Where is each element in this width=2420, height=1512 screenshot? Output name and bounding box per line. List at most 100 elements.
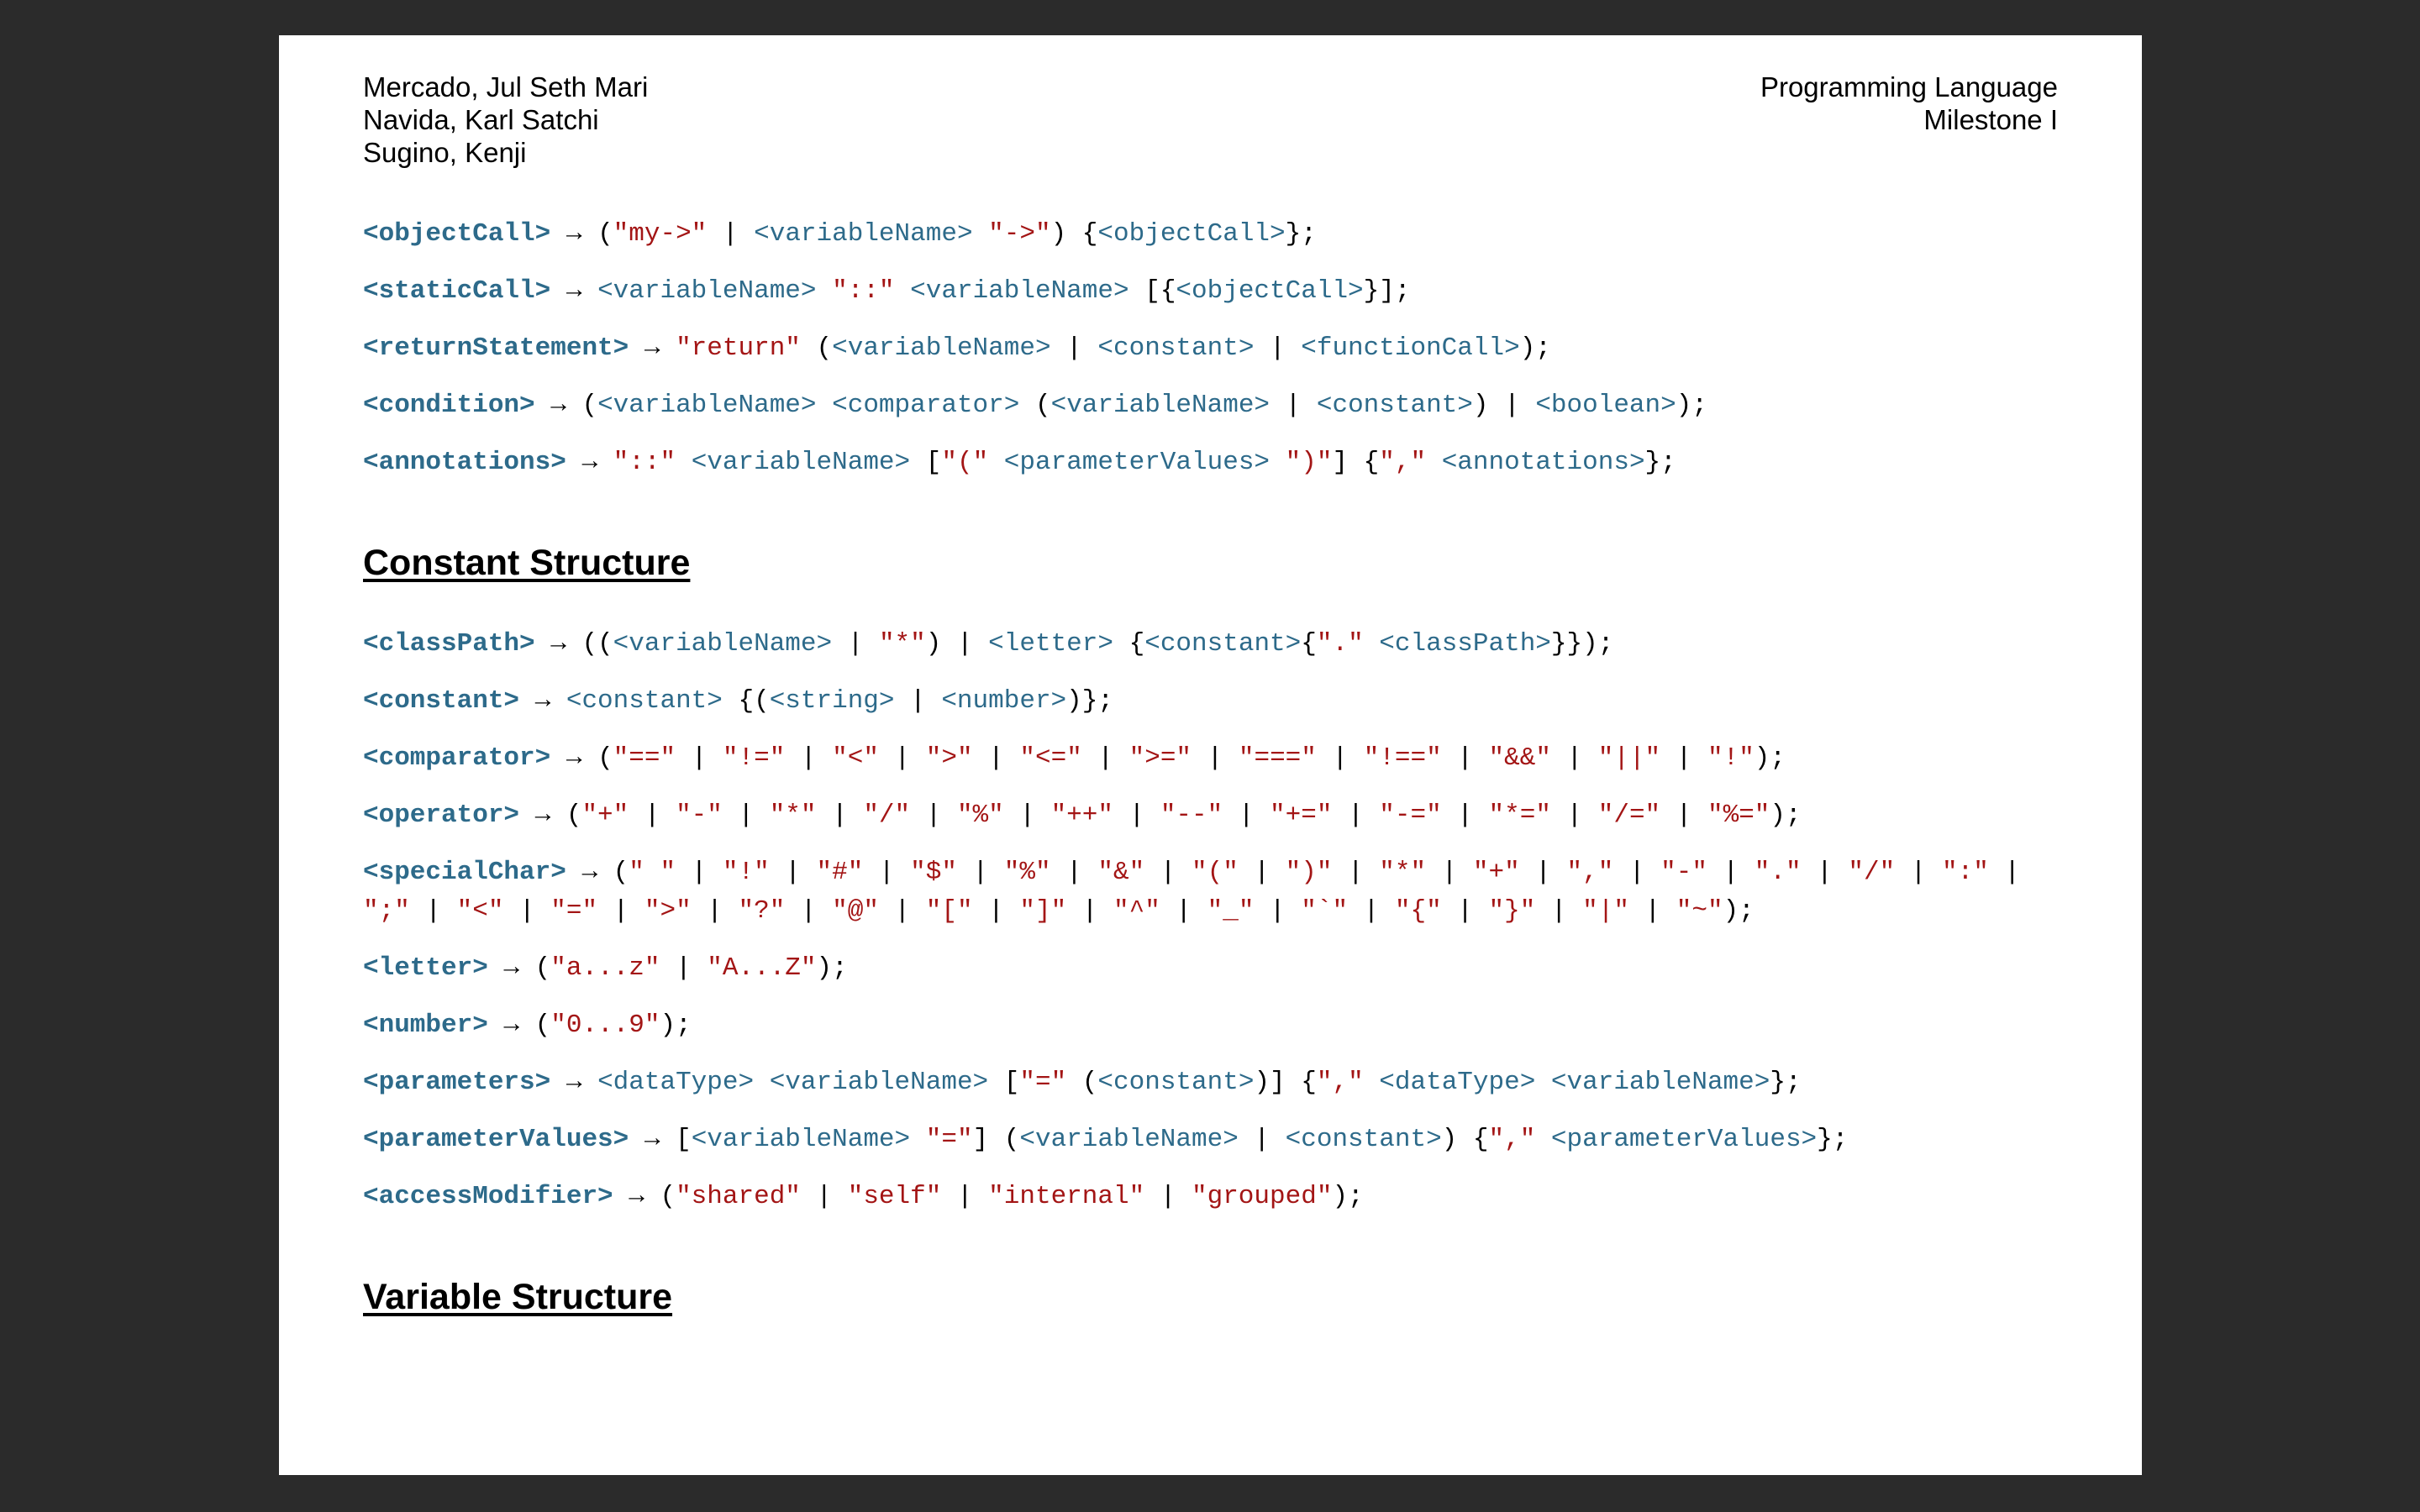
rule-punctuation: | bbox=[894, 686, 942, 716]
rule-punctuation: | bbox=[1441, 801, 1489, 830]
derives-arrow: → bbox=[550, 1068, 598, 1097]
rule-punctuation: | bbox=[1332, 858, 1380, 887]
terminal-string: "internal" bbox=[988, 1182, 1145, 1211]
nonterminal-ref: <variableName> bbox=[691, 1125, 911, 1154]
terminal-string: "_" bbox=[1207, 896, 1255, 926]
terminal-string: "&&" bbox=[1488, 743, 1551, 773]
rule-punctuation: ( bbox=[613, 858, 629, 887]
rule-name: <condition> bbox=[363, 391, 535, 420]
rule-punctuation bbox=[1535, 1125, 1551, 1154]
nonterminal-ref: <constant> bbox=[566, 686, 723, 716]
rule-punctuation: | bbox=[1144, 1182, 1192, 1211]
terminal-string: "!" bbox=[722, 858, 770, 887]
rule-punctuation: | bbox=[972, 743, 1020, 773]
rule-punctuation: )] { bbox=[1254, 1068, 1317, 1097]
nonterminal-ref: <constant> bbox=[1316, 391, 1473, 420]
rule-punctuation: ); bbox=[1676, 391, 1707, 420]
terminal-string: ":" bbox=[1942, 858, 1989, 887]
rule-punctuation: )}; bbox=[1066, 686, 1113, 716]
terminal-string: "shared" bbox=[676, 1182, 801, 1211]
terminal-string: "===" bbox=[1238, 743, 1317, 773]
derives-arrow: → bbox=[487, 1011, 535, 1040]
nonterminal-ref: <annotations> bbox=[1441, 448, 1645, 477]
terminal-string: "->" bbox=[988, 219, 1051, 249]
rule-punctuation: ) | bbox=[1472, 391, 1536, 420]
terminal-string: ";" bbox=[363, 896, 410, 926]
grammar-rule: <accessModifier> → ("shared" | "self" | … bbox=[363, 1178, 1364, 1216]
rule-punctuation: | bbox=[1441, 743, 1489, 773]
rule-punctuation: | bbox=[941, 1182, 989, 1211]
course-block: Programming Language Milestone I bbox=[1760, 71, 2058, 136]
rule-punctuation: | bbox=[1535, 896, 1583, 926]
rule-punctuation: | bbox=[1238, 858, 1286, 887]
nonterminal-ref: <variableName> bbox=[1019, 1125, 1239, 1154]
rule-punctuation: | bbox=[1254, 333, 1302, 363]
rule-punctuation: | bbox=[1050, 858, 1098, 887]
grammar-rule: <letter> → ("a...z" | "A...Z"); bbox=[363, 949, 848, 988]
rule-punctuation bbox=[1535, 1068, 1551, 1097]
nonterminal-ref: <parameterValues> bbox=[1003, 448, 1270, 477]
rule-punctuation: | bbox=[691, 896, 739, 926]
rule-punctuation: | bbox=[878, 896, 926, 926]
terminal-string: "!" bbox=[1707, 743, 1754, 773]
rule-punctuation: (( bbox=[581, 629, 613, 659]
derives-arrow: → bbox=[519, 801, 566, 830]
rule-punctuation: }; bbox=[1285, 219, 1317, 249]
nonterminal-ref: <number> bbox=[941, 686, 1067, 716]
rule-punctuation: | bbox=[2004, 858, 2021, 887]
nonterminal-ref: <variableName> bbox=[769, 1068, 989, 1097]
rule-punctuation: | bbox=[1238, 1125, 1286, 1154]
rule-punctuation bbox=[676, 448, 692, 477]
nonterminal-ref: <variableName> bbox=[832, 333, 1051, 363]
terminal-string: "a...z" bbox=[550, 953, 660, 983]
rule-punctuation: ( bbox=[1066, 1068, 1098, 1097]
rule-punctuation: {( bbox=[722, 686, 770, 716]
rule-punctuation: | bbox=[1628, 896, 1676, 926]
document-page: Mercado, Jul Seth Mari Navida, Karl Satc… bbox=[279, 35, 2142, 1475]
rule-name: <classPath> bbox=[363, 629, 535, 659]
nonterminal-ref: <boolean> bbox=[1535, 391, 1676, 420]
rule-punctuation: | bbox=[1113, 801, 1160, 830]
rule-punctuation: ( bbox=[660, 1182, 676, 1211]
terminal-string: "!=" bbox=[722, 743, 786, 773]
rule-name: <comparator> bbox=[363, 743, 551, 773]
rule-punctuation: | bbox=[503, 896, 551, 926]
rule-punctuation: | bbox=[972, 896, 1020, 926]
terminal-string: ">=" bbox=[1128, 743, 1192, 773]
nonterminal-ref: <functionCall> bbox=[1301, 333, 1520, 363]
derives-arrow: → bbox=[534, 391, 582, 420]
derives-arrow: → bbox=[487, 953, 535, 983]
rule-punctuation: | bbox=[707, 219, 755, 249]
rule-punctuation: | bbox=[1613, 858, 1661, 887]
nonterminal-ref: <constant> bbox=[1285, 1125, 1442, 1154]
milestone-label: Milestone I bbox=[1923, 104, 2058, 135]
terminal-string: "%" bbox=[1003, 858, 1051, 887]
rule-punctuation: | bbox=[1426, 858, 1473, 887]
rule-name: <specialChar> bbox=[363, 858, 566, 887]
terminal-string: ">" bbox=[925, 743, 973, 773]
rule-punctuation: | bbox=[722, 801, 770, 830]
rule-punctuation bbox=[1270, 448, 1286, 477]
rule-punctuation: | bbox=[910, 801, 957, 830]
terminal-string: "/" bbox=[863, 801, 911, 830]
terminal-string: "!==" bbox=[1363, 743, 1442, 773]
rule-punctuation: | bbox=[1254, 896, 1302, 926]
rule-punctuation: ] { bbox=[1332, 448, 1380, 477]
rule-name: <number> bbox=[363, 1011, 488, 1040]
terminal-string: "my->" bbox=[613, 219, 708, 249]
terminal-string: "*" bbox=[1379, 858, 1427, 887]
rule-punctuation: | bbox=[1707, 858, 1754, 887]
rule-name: <constant> bbox=[363, 686, 520, 716]
derives-arrow: → bbox=[534, 629, 582, 659]
terminal-string: "<=" bbox=[1019, 743, 1082, 773]
rule-punctuation: | bbox=[1050, 333, 1098, 363]
nonterminal-ref: <variableName> bbox=[613, 629, 833, 659]
nonterminal-ref: <variableName> bbox=[754, 219, 973, 249]
rule-name: <returnStatement> bbox=[363, 333, 629, 363]
terminal-string: "self" bbox=[847, 1182, 942, 1211]
rule-punctuation: [{ bbox=[1128, 276, 1176, 306]
rule-punctuation: | bbox=[597, 896, 644, 926]
rule-punctuation bbox=[910, 1125, 926, 1154]
rule-punctuation: ); bbox=[816, 953, 848, 983]
rule-name: <operator> bbox=[363, 801, 520, 830]
